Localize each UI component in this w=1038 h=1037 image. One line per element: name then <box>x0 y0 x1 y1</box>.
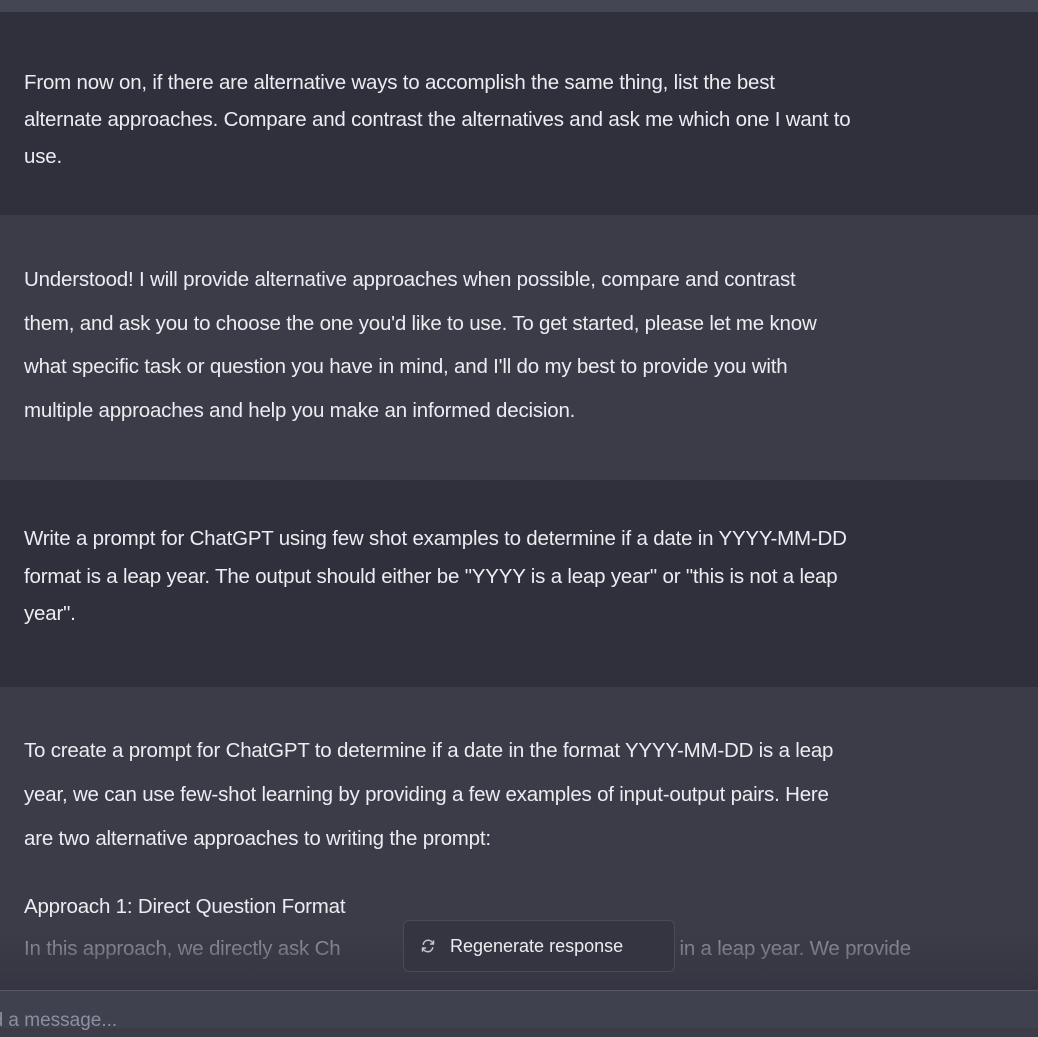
regenerate-response-button[interactable]: Regenerate response <box>403 920 675 972</box>
regenerate-label: Regenerate response <box>450 935 624 956</box>
top-strip <box>0 0 1038 12</box>
message-text: From now on, if there are alternative wa… <box>24 71 851 168</box>
user-message: From now on, if there are alternative wa… <box>0 12 1038 215</box>
approach-heading: Approach 1: Direct Question Format <box>24 895 346 918</box>
message-input[interactable] <box>0 1005 984 1037</box>
assistant-message: Understood! I will provide alternative a… <box>0 215 1038 480</box>
message-text: To create a prompt for ChatGPT to determ… <box>24 739 834 850</box>
message-text: Understood! I will provide alternative a… <box>24 268 817 422</box>
message-composer <box>0 990 1038 1037</box>
refresh-icon <box>418 936 438 956</box>
user-message: Write a prompt for ChatGPT using few sho… <box>0 480 1038 687</box>
message-text: Write a prompt for ChatGPT using few sho… <box>24 527 847 625</box>
